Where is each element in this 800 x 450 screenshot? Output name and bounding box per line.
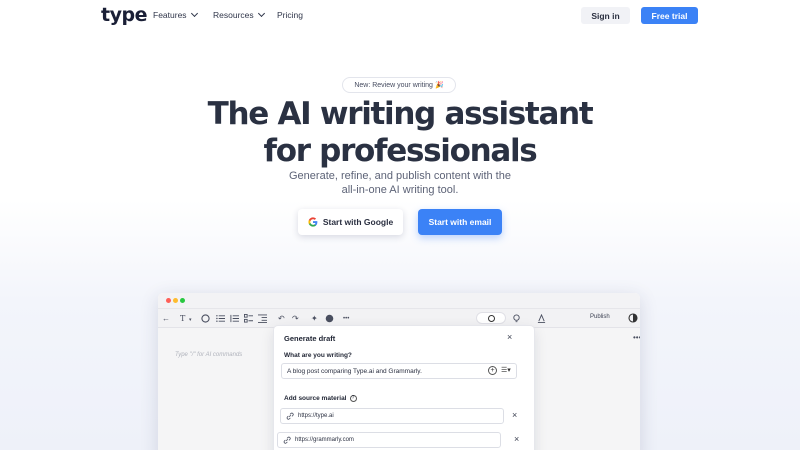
start-with-email-button[interactable]: Start with email [418,209,502,235]
checklist-icon[interactable] [244,314,253,323]
hero-subtitle-line-1: Generate, refine, and publish content wi… [289,170,511,182]
chevron-down-icon[interactable]: ▾ [189,315,192,326]
sign-in-button[interactable]: Sign in [581,7,630,24]
circle-icon [487,314,495,322]
editor-toolbar: ← T ▾ ↶ ↷ ✦ ••• Publish [158,308,640,328]
hero-subtitle-line-2: all-in-one AI writing tool. [341,183,459,196]
writing-question-label: What are you writing? [284,352,352,359]
help-icon[interactable]: ? [349,395,357,402]
source-url-row[interactable]: https://type.ai [280,408,504,424]
link-icon [283,436,291,444]
hero-title-line-1: The AI writing assistant [207,96,594,132]
window-titlebar [158,293,640,308]
text-color-icon[interactable] [537,314,546,323]
logo[interactable]: type [101,4,147,26]
bullet-list-icon[interactable] [216,314,225,323]
app-preview-window: ← T ▾ ↶ ↷ ✦ ••• Publish Type "/" for AI … [158,293,640,450]
undo-icon[interactable]: ↶ [278,313,285,324]
nav-features[interactable]: Features [153,9,198,20]
party-icon: 🎉 [434,82,444,89]
source-material-text: Add source material [284,395,347,402]
source-material-label: Add source material ? [284,395,357,402]
writing-topic-input[interactable]: A blog post comparing Type.ai and Gramma… [281,363,517,379]
chat-icon[interactable] [325,314,334,323]
text-style-icon[interactable]: T [180,313,185,324]
site-header: type Features Resources Pricing Sign in … [0,0,800,32]
free-trial-button[interactable]: Free trial [641,7,698,24]
redo-icon[interactable]: ↷ [292,313,299,324]
sparkle-icon[interactable]: ✦ [311,313,318,324]
chevron-down-icon [257,9,265,18]
window-maximize-dot[interactable] [180,298,185,303]
announcement-badge[interactable]: New: Review your writing 🎉 [342,77,456,93]
window-close-dot[interactable] [166,298,171,303]
nav-pricing-label: Pricing [277,10,303,20]
hero-title: The AI writing assistant for professiona… [150,96,650,170]
palette-icon[interactable] [201,314,210,323]
more-icon[interactable]: ••• [343,314,349,325]
editor-placeholder: Type "/" for AI commands [175,352,243,358]
hero-title-line-2: for professionals [263,133,538,169]
source-url-row[interactable]: https://grammarly.com [277,432,501,448]
remove-source-icon[interactable]: × [512,410,517,420]
nav-pricing[interactable]: Pricing [277,10,303,20]
start-with-google-button[interactable]: Start with Google [298,209,403,235]
window-minimize-dot[interactable] [173,298,178,303]
format-menu-icon[interactable]: ☰▾ [501,366,511,374]
theme-toggle-icon[interactable] [628,313,638,323]
numbered-list-icon[interactable] [230,314,239,323]
nav-resources-label: Resources [213,10,254,20]
lightbulb-icon[interactable] [512,314,521,323]
more-options-icon[interactable]: ••• [633,333,640,342]
add-icon[interactable]: + [488,366,497,375]
source-url-text: https://type.ai [298,413,334,419]
publish-button[interactable]: Publish [590,314,610,320]
nav-features-label: Features [153,10,187,20]
back-icon[interactable]: ← [162,313,170,324]
badge-text: New: Review your writing [354,81,433,89]
indent-icon[interactable] [258,314,267,323]
link-icon [286,412,294,420]
hero-subtitle: Generate, refine, and publish content wi… [250,170,550,197]
remove-source-icon[interactable]: × [514,434,519,444]
view-toggle[interactable] [476,312,506,324]
google-icon [308,217,318,227]
close-icon[interactable]: × [507,332,512,342]
nav-resources[interactable]: Resources [213,9,265,20]
source-url-text: https://grammarly.com [295,437,354,443]
generate-draft-dialog: Generate draft × What are you writing? A… [274,326,534,450]
google-button-label: Start with Google [322,217,394,227]
chevron-down-icon [190,9,198,18]
dialog-title: Generate draft [284,334,336,343]
